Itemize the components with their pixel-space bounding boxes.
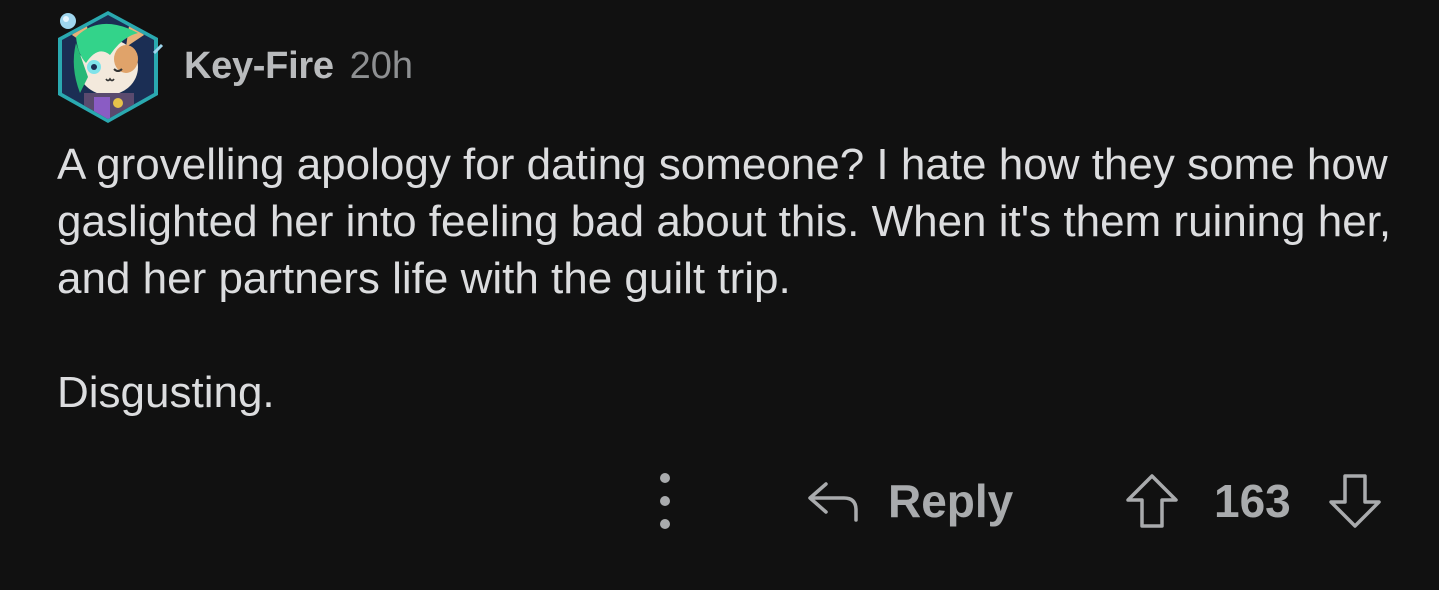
comment-paragraph: A grovelling apology for dating someone?… [57, 140, 1392, 303]
comment-card: Key-Fire 20h A grovelling apology for da… [0, 0, 1439, 590]
avatar[interactable] [50, 7, 166, 127]
more-vertical-icon [660, 473, 670, 483]
timestamp: 20h [349, 44, 414, 87]
comment-body: A grovelling apology for dating someone?… [57, 136, 1397, 421]
comment-meta: Key-Fire 20h [184, 45, 413, 88]
upvote-arrow-icon [1126, 474, 1178, 528]
comment-paragraph: Disgusting. [57, 368, 275, 417]
username[interactable]: Key-Fire [184, 45, 334, 88]
reply-button[interactable]: Reply [806, 470, 1013, 532]
reply-arrow-icon [808, 482, 858, 522]
more-options-button[interactable] [645, 473, 685, 529]
more-vertical-icon-dot [660, 496, 670, 506]
vote-controls: 163 [1124, 470, 1383, 532]
comment-header: Key-Fire 20h [50, 8, 413, 126]
comment-actions: Reply 163 [0, 468, 1439, 538]
downvote-arrow-icon [1329, 474, 1381, 528]
avatar-image [58, 11, 164, 123]
vote-score: 163 [1214, 475, 1291, 527]
upvote-button[interactable] [1124, 472, 1180, 530]
downvote-button[interactable] [1327, 472, 1383, 530]
more-vertical-icon-dot [660, 519, 670, 529]
reply-label: Reply [888, 475, 1014, 527]
